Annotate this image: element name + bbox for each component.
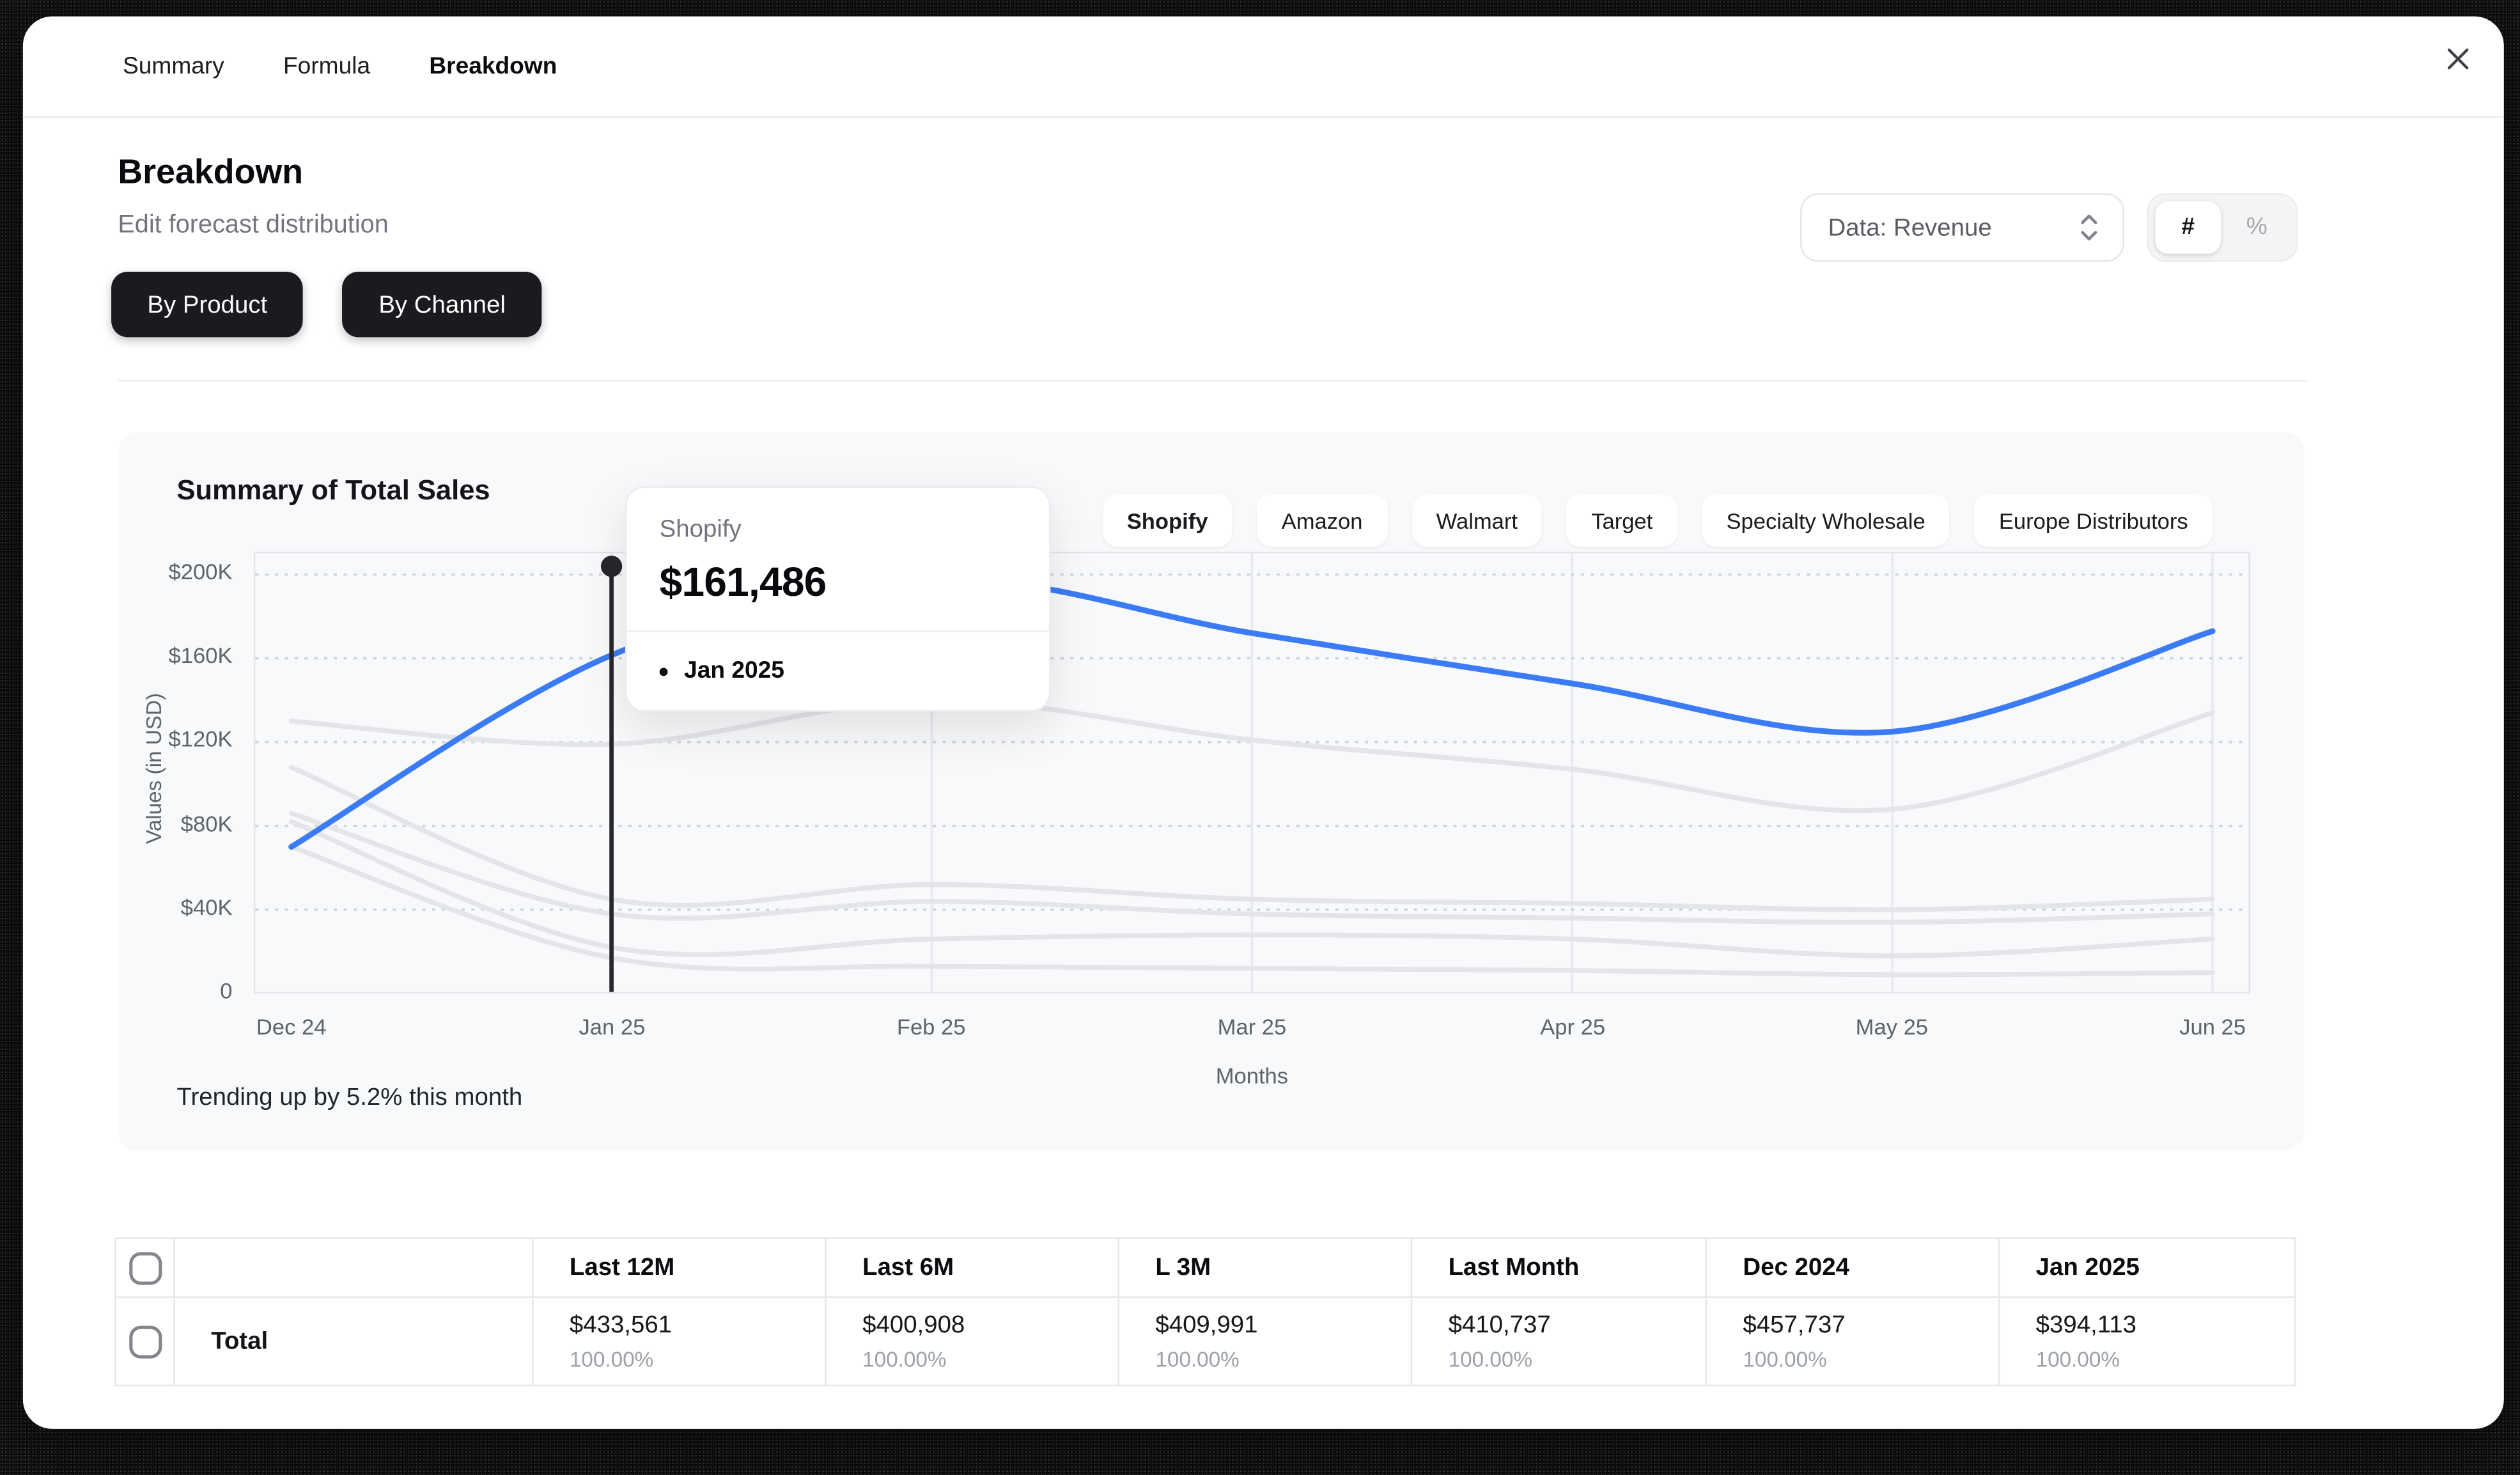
col-header-last-month: Last Month — [1412, 1238, 1706, 1297]
cell-value: $400,908 — [862, 1311, 1117, 1339]
cell-percent: 100.00% — [2036, 1347, 2294, 1371]
sales-chart-card: Summary of Total Sales Shopify Amazon Wa… — [118, 432, 2304, 1151]
tab-summary[interactable]: Summary — [123, 53, 224, 79]
cell-value: $433,561 — [570, 1311, 825, 1339]
breakdown-table: Last 12M Last 6M L 3M Last Month Dec 202… — [114, 1237, 2296, 1386]
x-tick-label: Apr 25 — [1499, 1015, 1646, 1039]
close-icon — [2445, 46, 2471, 72]
chip-amazon[interactable]: Amazon — [1257, 494, 1387, 547]
x-tick-label: Jun 25 — [2139, 1015, 2286, 1039]
col-header-l-3m: L 3M — [1119, 1238, 1412, 1297]
sales-chart-svg[interactable] — [254, 552, 2250, 994]
col-header-dec-2024: Dec 2024 — [1706, 1238, 1999, 1297]
by-channel-button[interactable]: By Channel — [343, 272, 541, 337]
table-header-row: Last 12M Last 6M L 3M Last Month Dec 202… — [115, 1238, 2295, 1297]
y-tick-label: $160K — [118, 643, 232, 667]
tab-breakdown[interactable]: Breakdown — [429, 53, 557, 79]
x-tick-label: Mar 25 — [1178, 1015, 1325, 1039]
col-header-last-12m: Last 12M — [533, 1238, 825, 1297]
col-header-last-6m: Last 6M — [826, 1238, 1119, 1297]
x-tick-label: Jan 25 — [538, 1015, 685, 1039]
breakdown-modal: Summary Formula Breakdown Breakdown Edit… — [23, 17, 2504, 1429]
x-tick-label: Dec 24 — [217, 1015, 364, 1039]
unit-toggle-percent[interactable]: % — [2224, 201, 2289, 254]
by-product-button[interactable]: By Product — [111, 272, 303, 337]
tooltip-header: Shopify $161,486 — [626, 488, 1048, 632]
close-button[interactable] — [2438, 39, 2477, 78]
row-name: Total — [211, 1327, 268, 1355]
y-tick-label: $80K — [118, 812, 232, 836]
x-tick-label: May 25 — [1818, 1015, 1965, 1039]
table-row-total: Total $433,561 100.00% $400,908 100.00% … — [115, 1297, 2295, 1385]
select-all-checkbox[interactable] — [128, 1251, 161, 1284]
row-label-header — [175, 1238, 533, 1297]
y-tick-label: $200K — [118, 560, 232, 584]
data-metric-select-value: Data: Revenue — [1828, 214, 1992, 242]
y-tick-label: $40K — [118, 895, 232, 919]
cell-value: $409,991 — [1155, 1311, 1410, 1339]
cell-value: $410,737 — [1449, 1311, 1706, 1339]
section-divider — [118, 380, 2307, 382]
x-axis-title: Months — [1178, 1064, 1325, 1088]
y-tick-label: $120K — [118, 727, 232, 751]
col-header-jan-2025: Jan 2025 — [1999, 1238, 2295, 1297]
unit-toggle: # % — [2147, 193, 2298, 262]
tab-bar: Summary Formula Breakdown — [23, 17, 2504, 118]
tooltip-series-name: Shopify — [660, 515, 1016, 543]
chevron-up-down-icon — [2078, 210, 2099, 246]
channel-chips: Shopify Amazon Walmart Target Specialty … — [1102, 494, 2213, 547]
header-controls: Data: Revenue # % — [1800, 193, 2298, 262]
chart-title: Summary of Total Sales — [176, 474, 490, 507]
view-buttons: By Product By Channel — [111, 272, 541, 337]
cell-percent: 100.00% — [1449, 1347, 1706, 1371]
chart-tooltip: Shopify $161,486 Jan 2025 — [625, 486, 1051, 712]
row-checkbox[interactable] — [128, 1325, 161, 1357]
cell-value: $457,737 — [1743, 1311, 1998, 1339]
cell-value: $394,113 — [2036, 1311, 2294, 1339]
y-axis-title: Values (in USD) — [141, 670, 166, 866]
chip-europe-distributors[interactable]: Europe Distributors — [1974, 494, 2213, 547]
tooltip-value: $161,486 — [660, 560, 1016, 607]
y-tick-label: 0 — [118, 979, 232, 1003]
tab-formula[interactable]: Formula — [283, 53, 370, 79]
screenshot-stage: Summary Formula Breakdown Breakdown Edit… — [0, 0, 2520, 1475]
bullet-dot-icon — [660, 667, 668, 675]
unit-toggle-number[interactable]: # — [2156, 201, 2221, 254]
page-title: Breakdown — [118, 154, 2307, 193]
chip-target[interactable]: Target — [1567, 494, 1677, 547]
cell-percent: 100.00% — [1155, 1347, 1410, 1371]
x-tick-label: Feb 25 — [857, 1015, 1004, 1039]
chip-walmart[interactable]: Walmart — [1412, 494, 1542, 547]
cell-percent: 100.00% — [1743, 1347, 1998, 1371]
cell-percent: 100.00% — [862, 1347, 1117, 1371]
chip-specialty-wholesale[interactable]: Specialty Wholesale — [1702, 494, 1950, 547]
cell-percent: 100.00% — [570, 1347, 825, 1371]
chip-shopify[interactable]: Shopify — [1102, 494, 1233, 547]
tooltip-period: Jan 2025 — [684, 658, 784, 684]
tooltip-footer: Jan 2025 — [626, 632, 1048, 710]
trend-note: Trending up by 5.2% this month — [176, 1084, 522, 1112]
data-metric-select[interactable]: Data: Revenue — [1800, 193, 2124, 262]
